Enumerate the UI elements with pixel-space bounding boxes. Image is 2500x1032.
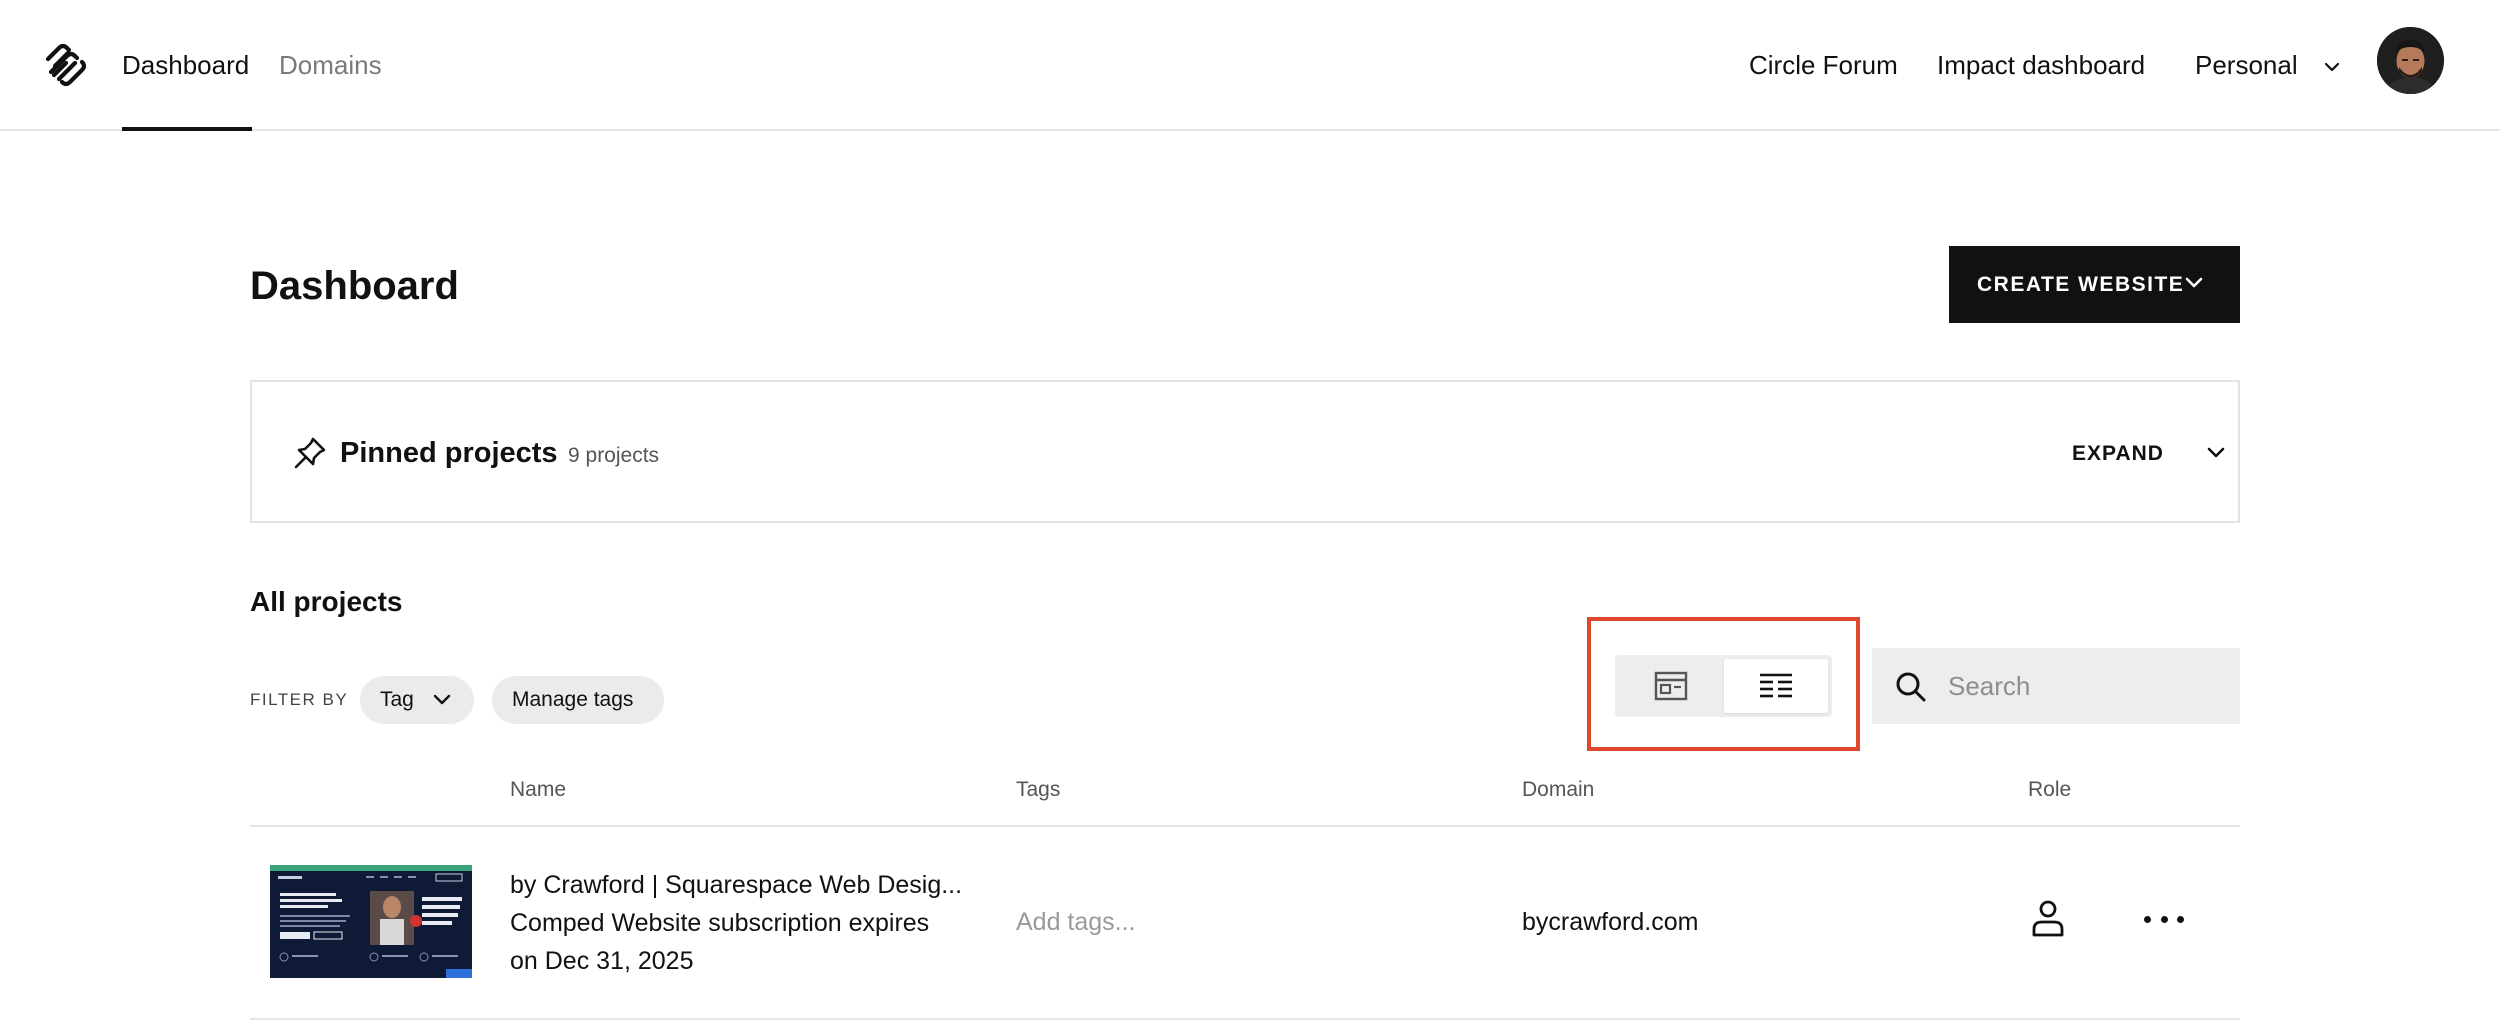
squarespace-logo[interactable] <box>42 42 88 88</box>
row-more-actions-button[interactable] <box>2140 902 2188 936</box>
pinned-projects-count: 9 projects <box>568 444 660 467</box>
column-header-role: Role <box>2028 778 2072 801</box>
search-icon <box>1896 672 1926 702</box>
project-search[interactable] <box>1872 648 2240 724</box>
manage-tags-label: Manage tags <box>512 688 634 711</box>
column-header-tags: Tags <box>1016 778 1061 801</box>
user-avatar[interactable] <box>2377 27 2444 94</box>
pinned-projects-title: Pinned projects <box>340 437 558 469</box>
tab-domains[interactable]: Domains <box>279 48 382 82</box>
table-row-divider <box>250 1018 2240 1020</box>
create-website-button[interactable]: CREATE WEBSITE <box>1949 246 2240 323</box>
active-tab-indicator <box>122 127 252 131</box>
subscription-status: Comped Website subscription expires <box>510 909 930 937</box>
avatar-photo-icon <box>2377 27 2444 94</box>
tag-filter-label: Tag <box>380 688 414 711</box>
account-switcher-label: Personal <box>2195 50 2298 80</box>
view-mode-toggle <box>1615 655 1832 717</box>
expand-pinned-button[interactable]: EXPAND <box>2072 440 2225 468</box>
more-icon-dot <box>2177 915 2184 923</box>
expand-label: EXPAND <box>2072 442 2164 465</box>
project-name-link[interactable]: by Crawford | Squarespace Web Desig... <box>510 866 980 904</box>
filter-by-label: FILTER BY <box>250 690 349 709</box>
person-icon <box>2032 900 2064 937</box>
list-view-button[interactable] <box>1724 659 1828 713</box>
tag-filter-dropdown[interactable]: Tag <box>360 676 474 724</box>
search-input[interactable] <box>1948 648 2228 724</box>
impact-dashboard-link[interactable]: Impact dashboard <box>1937 48 2145 82</box>
more-icon <box>2144 915 2151 923</box>
pinned-projects-panel: Pinned projects 9 projects EXPAND <box>250 380 2240 523</box>
list-view-icon <box>1760 673 1792 698</box>
site-preview-image <box>270 865 472 978</box>
circle-forum-link[interactable]: Circle Forum <box>1749 48 1898 82</box>
column-header-domain[interactable]: Domain <box>1522 776 1594 804</box>
more-icon-dot <box>2160 915 2168 923</box>
column-header-name[interactable]: Name <box>510 776 566 804</box>
tab-dashboard[interactable]: Dashboard <box>122 48 249 82</box>
grid-view-button[interactable] <box>1619 659 1723 713</box>
top-navigation: Dashboard Domains Circle Forum Impact da… <box>0 0 2500 131</box>
project-domain: bycrawford.com <box>1522 908 1699 936</box>
manage-tags-button[interactable]: Manage tags <box>492 676 664 724</box>
site-thumbnail[interactable] <box>270 865 472 978</box>
table-header-divider <box>250 825 2240 827</box>
create-website-label: CREATE WEBSITE <box>1977 272 2185 296</box>
project-name-cell: by Crawford | Squarespace Web Desig... C… <box>510 866 980 980</box>
chevron-down-icon <box>2324 63 2339 72</box>
grid-view-icon <box>1654 671 1688 701</box>
chevron-down-icon <box>433 694 451 705</box>
all-projects-heading: All projects <box>250 586 403 617</box>
add-tags-button[interactable]: Add tags... <box>1016 904 1136 940</box>
chevron-down-icon <box>2185 277 2203 288</box>
squarespace-logo-icon <box>45 43 87 87</box>
pin-icon <box>294 437 326 469</box>
account-switcher[interactable]: Personal <box>2195 48 2341 82</box>
chevron-down-icon <box>2207 447 2225 458</box>
subscription-expiry: on Dec 31, 2025 <box>510 947 694 975</box>
page-title: Dashboard <box>250 264 459 308</box>
